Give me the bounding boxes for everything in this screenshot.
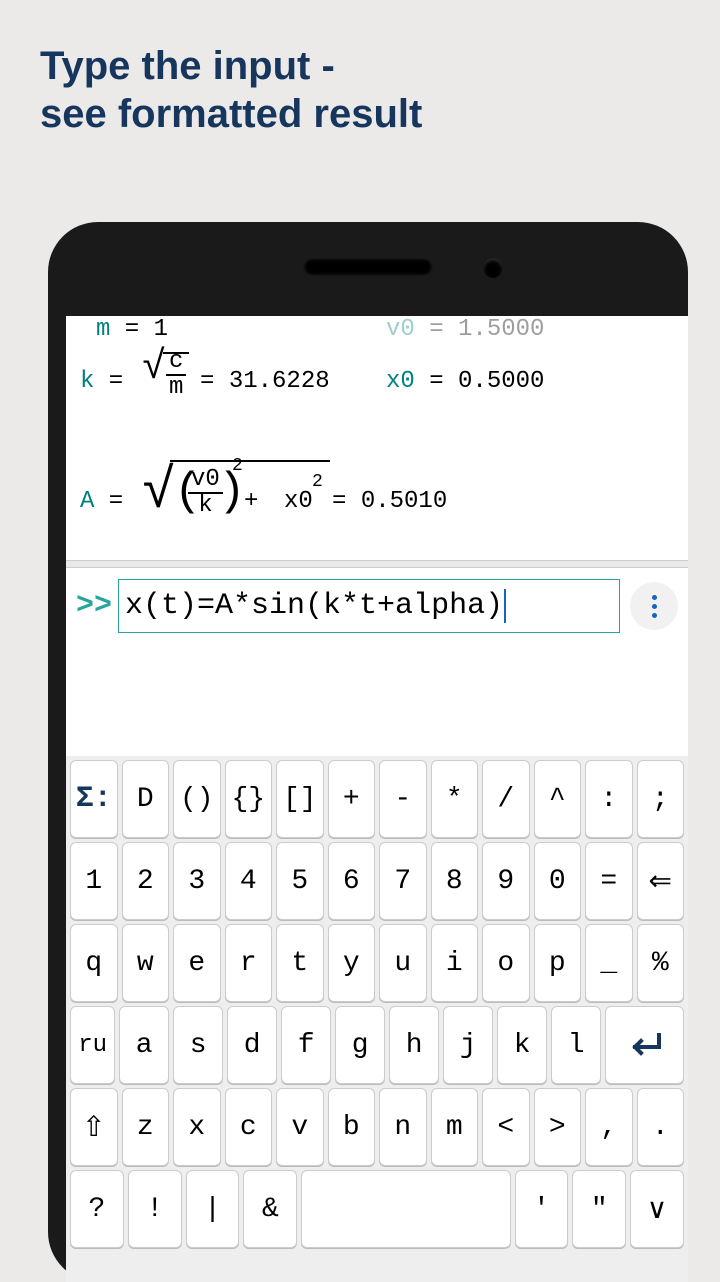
key-space[interactable] [301, 1170, 510, 1248]
key-e[interactable]: e [173, 924, 221, 1002]
key-j[interactable]: j [443, 1006, 493, 1084]
key-v[interactable]: v [276, 1088, 324, 1166]
key-2[interactable]: 2 [122, 842, 170, 920]
key-period[interactable]: . [637, 1088, 685, 1166]
key-5[interactable]: 5 [276, 842, 324, 920]
key-n[interactable]: n [379, 1088, 427, 1166]
key-7[interactable]: 7 [379, 842, 427, 920]
key-h[interactable]: h [389, 1006, 439, 1084]
text-cursor [504, 589, 506, 623]
key-row-5: ⇧ z x c v b n m < > , . [68, 1088, 686, 1166]
key-row-4: ru a s d f g h j k l [68, 1006, 686, 1084]
key-3[interactable]: 3 [173, 842, 221, 920]
var-m: m [96, 316, 110, 343]
title-line-1: Type the input - [40, 42, 422, 90]
key-row-3: q w e r t y u i o p _ % [68, 924, 686, 1002]
var-k: k [80, 368, 94, 395]
app-screen: m = 1 v0 = 1.5000 x0 = 0.5000 k = √ cm =… [66, 316, 688, 1282]
key-a[interactable]: a [119, 1006, 169, 1084]
key-equals[interactable]: = [585, 842, 633, 920]
phone-frame: m = 1 v0 = 1.5000 x0 = 0.5000 k = √ cm =… [48, 222, 688, 1282]
key-d[interactable]: d [227, 1006, 277, 1084]
key-row-2: 1 2 3 4 5 6 7 8 9 0 = ⇐ [68, 842, 686, 920]
key-apostrophe[interactable]: ' [515, 1170, 569, 1248]
key-0[interactable]: 0 [534, 842, 582, 920]
var-v0: v0 [386, 316, 415, 343]
key-l[interactable]: l [551, 1006, 601, 1084]
key-6[interactable]: 6 [328, 842, 376, 920]
key-underscore[interactable]: _ [585, 924, 633, 1002]
key-pipe[interactable]: | [186, 1170, 240, 1248]
key-8[interactable]: 8 [431, 842, 479, 920]
key-c[interactable]: c [225, 1088, 273, 1166]
key-t[interactable]: t [276, 924, 324, 1002]
key-lt[interactable]: < [482, 1088, 530, 1166]
separator [66, 560, 688, 568]
key-i[interactable]: i [431, 924, 479, 1002]
title-line-2: see formatted result [40, 90, 422, 138]
val-k: 31.6228 [229, 368, 330, 395]
key-shift[interactable]: ⇧ [70, 1088, 118, 1166]
key-o[interactable]: o [482, 924, 530, 1002]
key-backspace[interactable]: ⇐ [637, 842, 685, 920]
key-slash[interactable]: / [482, 760, 530, 838]
formula-output: m = 1 v0 = 1.5000 x0 = 0.5000 k = √ cm =… [66, 316, 688, 560]
key-r[interactable]: r [225, 924, 273, 1002]
key-minus[interactable]: - [379, 760, 427, 838]
input-prompt: >> [66, 589, 118, 623]
input-row: >> x(t)=A*sin(k*t+alpha) [66, 574, 688, 638]
key-braces[interactable]: {} [225, 760, 273, 838]
key-p[interactable]: p [534, 924, 582, 1002]
key-brackets[interactable]: [] [276, 760, 324, 838]
key-semicolon[interactable]: ; [637, 760, 685, 838]
enter-icon [625, 1031, 665, 1059]
val-A: 0.5010 [361, 488, 447, 515]
key-D[interactable]: D [122, 760, 170, 838]
key-z[interactable]: z [122, 1088, 170, 1166]
key-amp[interactable]: & [243, 1170, 297, 1248]
key-quote[interactable]: " [572, 1170, 626, 1248]
key-parens[interactable]: () [173, 760, 221, 838]
more-icon-dot [652, 595, 657, 600]
key-f[interactable]: f [281, 1006, 331, 1084]
page-title: Type the input - see formatted result [40, 42, 422, 138]
expression-input[interactable]: x(t)=A*sin(k*t+alpha) [118, 579, 620, 633]
key-u[interactable]: u [379, 924, 427, 1002]
key-s[interactable]: s [173, 1006, 223, 1084]
key-enter[interactable] [605, 1006, 684, 1084]
key-row-6: ? ! | & ' " ∨ [68, 1170, 686, 1248]
keyboard: Σ: D () {} [] + - * / ^ : ; 1 2 3 4 5 6 … [66, 756, 688, 1282]
key-caret[interactable]: ^ [534, 760, 582, 838]
more-button[interactable] [630, 582, 678, 630]
key-comma[interactable]: , [585, 1088, 633, 1166]
key-1[interactable]: 1 [70, 842, 118, 920]
key-x[interactable]: x [173, 1088, 221, 1166]
key-9[interactable]: 9 [482, 842, 530, 920]
key-exclaim[interactable]: ! [128, 1170, 182, 1248]
key-star[interactable]: * [431, 760, 479, 838]
input-value: x(t)=A*sin(k*t+alpha) [125, 589, 503, 623]
key-gt[interactable]: > [534, 1088, 582, 1166]
key-row-1: Σ: D () {} [] + - * / ^ : ; [68, 760, 686, 838]
key-plus[interactable]: + [328, 760, 376, 838]
var-A: A [80, 488, 94, 515]
key-k[interactable]: k [497, 1006, 547, 1084]
key-lang[interactable]: ru [70, 1006, 115, 1084]
key-b[interactable]: b [328, 1088, 376, 1166]
key-sigma[interactable]: Σ: [70, 760, 118, 838]
key-g[interactable]: g [335, 1006, 385, 1084]
key-w[interactable]: w [122, 924, 170, 1002]
var-x0: x0 [386, 368, 415, 395]
key-question[interactable]: ? [70, 1170, 124, 1248]
key-colon[interactable]: : [585, 760, 633, 838]
key-percent[interactable]: % [637, 924, 685, 1002]
key-q[interactable]: q [70, 924, 118, 1002]
key-4[interactable]: 4 [225, 842, 273, 920]
key-collapse[interactable]: ∨ [630, 1170, 684, 1248]
key-y[interactable]: y [328, 924, 376, 1002]
phone-speaker [303, 258, 433, 276]
key-m[interactable]: m [431, 1088, 479, 1166]
phone-camera [483, 258, 503, 278]
